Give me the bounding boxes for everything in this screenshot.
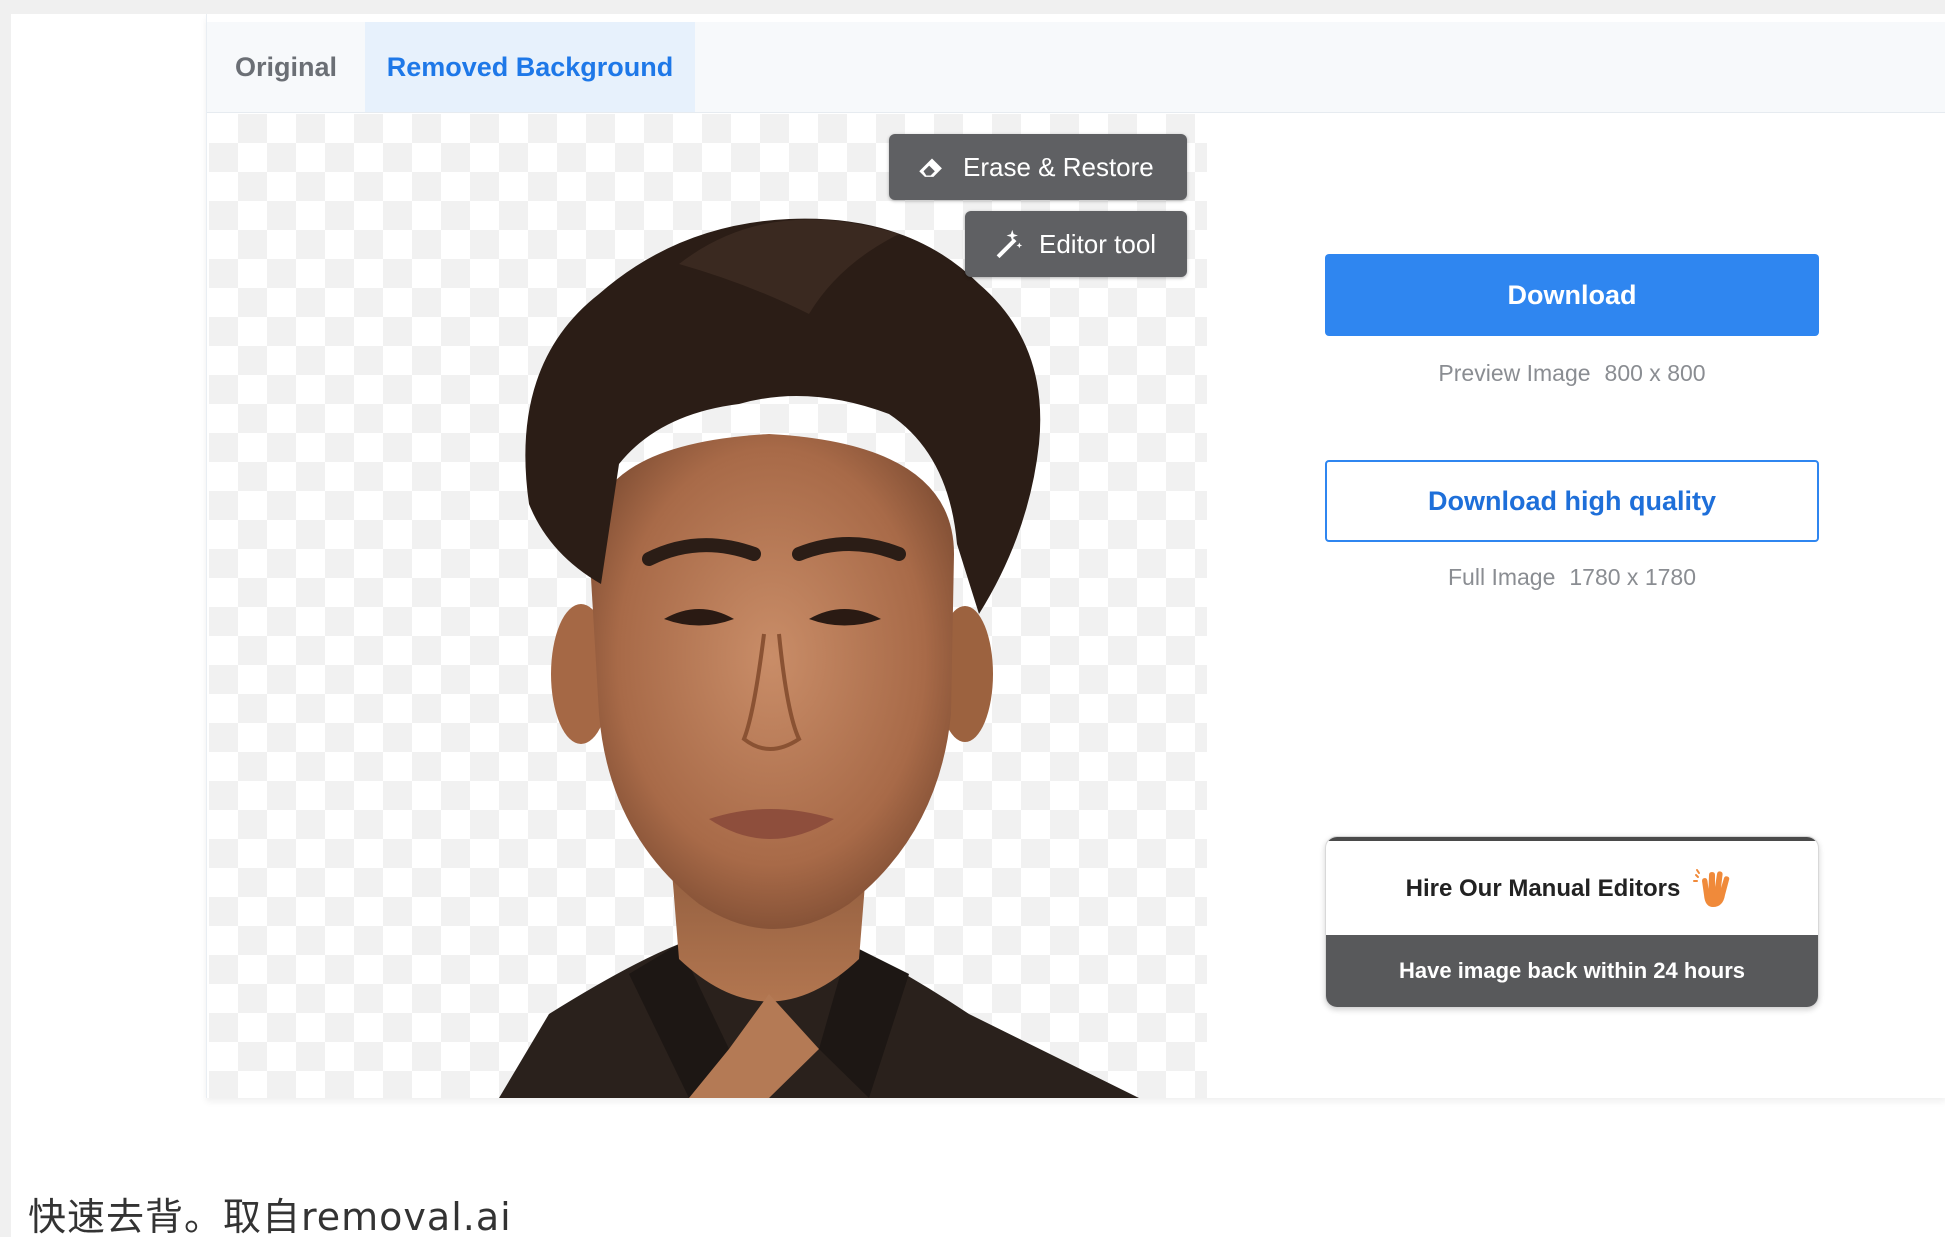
full-image-size: 1780 x 1780 [1569, 564, 1696, 590]
page-frame-top [0, 0, 1945, 14]
full-image-info: Full Image 1780 x 1780 [1325, 564, 1819, 591]
erase-restore-label: Erase & Restore [963, 151, 1154, 182]
download-button[interactable]: Download [1325, 254, 1819, 336]
preview-image-info: Preview Image 800 x 800 [1325, 360, 1819, 387]
page-frame-left [0, 0, 11, 1237]
tab-original[interactable]: Original [207, 22, 365, 112]
result-card: Original Removed Background Erase & Rest… [206, 14, 1945, 1098]
download-high-quality-button[interactable]: Download high quality [1325, 460, 1819, 542]
preview-image-label: Preview Image [1438, 360, 1591, 386]
hire-subtitle: Have image back within 24 hours [1326, 935, 1818, 1007]
tab-bar: Original Removed Background [207, 22, 1945, 113]
hire-title: Hire Our Manual Editors [1405, 875, 1681, 902]
waving-hand-icon [1693, 869, 1730, 907]
hire-manual-editors-button[interactable]: Hire Our Manual Editors Have image back … [1325, 836, 1819, 1008]
image-preview-canvas: Erase & Restore Editor tool [209, 114, 1207, 1098]
editor-tool-label: Editor tool [1039, 228, 1157, 259]
magic-wand-icon [996, 229, 1023, 259]
editor-tool-button[interactable]: Editor tool [965, 211, 1187, 277]
download-panel: Download Preview Image 800 x 800 Download… [1207, 114, 1945, 1098]
image-caption: 快速去背。取自removal.ai [28, 1195, 512, 1239]
preview-image-size: 800 x 800 [1604, 360, 1706, 386]
hire-title-row: Hire Our Manual Editors [1326, 841, 1818, 937]
full-image-label: Full Image [1448, 564, 1556, 590]
tab-removed-background[interactable]: Removed Background [365, 22, 695, 112]
eraser-icon [919, 158, 942, 177]
erase-restore-button[interactable]: Erase & Restore [889, 134, 1187, 200]
